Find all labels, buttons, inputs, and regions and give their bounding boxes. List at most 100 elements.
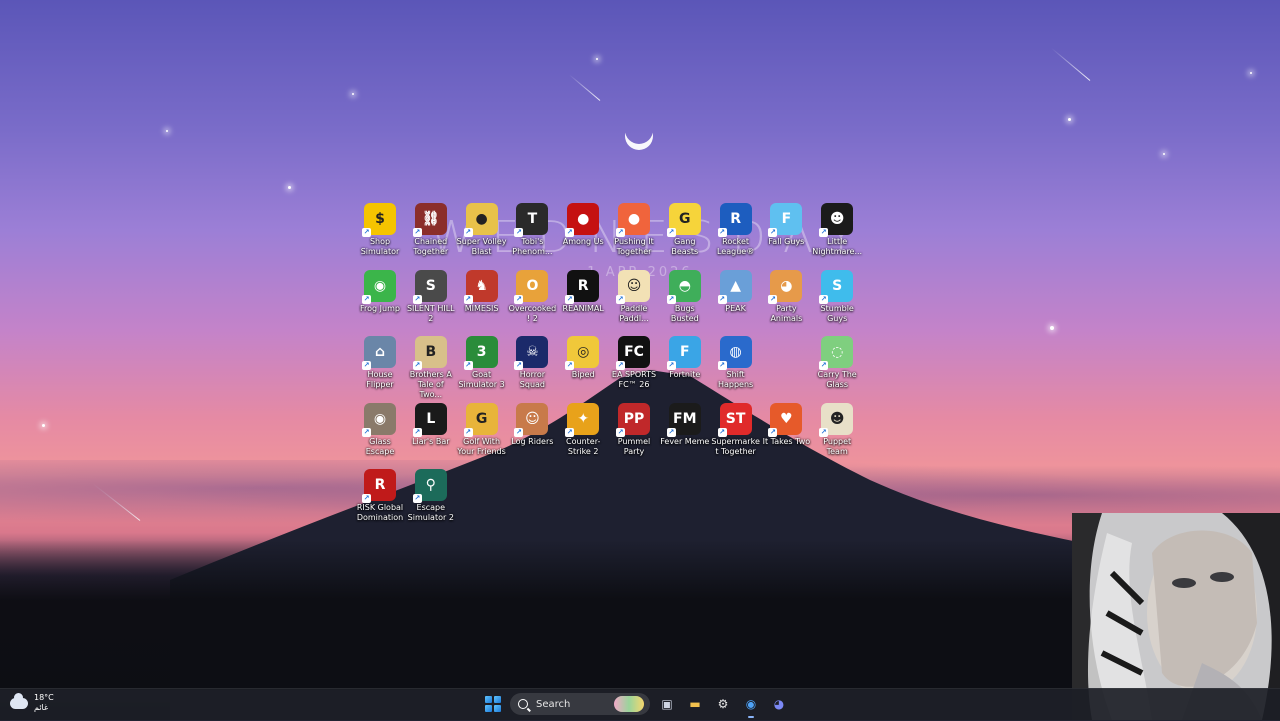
shortcut-arrow-icon: ↗ <box>412 361 422 370</box>
weather-widget[interactable]: 18°C غائم <box>10 692 54 713</box>
taskbar: 18°C غائم Search ▣ ▬ ⚙ ◉ ◕ <box>0 688 1280 721</box>
desktop-shortcut-label: Bugs Busted <box>670 303 699 323</box>
desktop-shortcut[interactable]: G ↗ Golf With Your Friends <box>457 402 507 468</box>
shortcut-arrow-icon: ↗ <box>412 427 422 437</box>
desktop-shortcut[interactable]: 3 ↗ Goat Simulator 3 <box>457 335 507 401</box>
desktop-shortcut[interactable]: R ↗ RISK Global Domination <box>355 468 405 534</box>
desktop-shortcut[interactable]: ⚲ ↗ Escape Simulator 2 <box>406 468 456 534</box>
desktop-shortcut[interactable]: T ↗ Tobi's Phenom... <box>507 202 557 268</box>
desktop-shortcut[interactable]: S ↗ SILENT HILL 2 <box>406 269 456 335</box>
alien-icon: ◓ ↗ <box>666 269 701 304</box>
volleyball-icon: ● ↗ <box>463 203 498 237</box>
desktop-shortcut[interactable]: ♞ ↗ MIMESIS <box>457 269 507 335</box>
desktop-shortcut[interactable]: F ↗ Fall Guys <box>761 202 811 268</box>
discord-icon[interactable]: ◕ <box>768 693 790 715</box>
desktop-shortcut[interactable]: F ↗ Fortnite <box>660 335 710 401</box>
shortcut-arrow-icon: ↗ <box>717 228 727 237</box>
desktop-shortcut[interactable]: ♥ ↗ It Takes Two <box>761 402 811 468</box>
desktop-shortcut[interactable]: ⛓ ↗ Chained Together <box>406 202 456 268</box>
peak-icon: ▲ ↗ <box>717 269 752 304</box>
stumble-icon: S ↗ <box>819 269 854 304</box>
desktop-shortcut-label: Party Animals <box>770 303 803 323</box>
desktop-shortcut[interactable]: ☺ ↗ Log Riders <box>507 402 557 468</box>
desktop-shortcut[interactable]: ◍ ↗ Shift Happens <box>711 335 761 401</box>
fortnite-icon: F ↗ <box>666 336 701 370</box>
desktop-shortcut[interactable]: S ↗ Stumble Guys <box>812 269 862 335</box>
desktop-shortcut[interactable]: ⌂ ↗ House Flipper <box>355 335 405 401</box>
liars-bar-icon: L ↗ <box>412 402 447 437</box>
weather-temperature: 18°C <box>34 693 54 702</box>
desktop-shortcut-label: Overcooked! 2 <box>508 303 557 323</box>
search-icon <box>518 699 528 709</box>
desktop-shortcut[interactable]: ◎ ↗ Biped <box>558 335 608 401</box>
shortcut-arrow-icon: ↗ <box>362 294 371 304</box>
desktop-shortcut[interactable]: B ↗ Brothers A Tale of Two... <box>406 335 456 401</box>
desktop-shortcut[interactable]: ▲ ↗ PEAK <box>711 269 761 335</box>
keyhole-icon: ⚲ ↗ <box>412 469 447 503</box>
desktop-shortcut[interactable]: $ ↗ Shop Simulator <box>355 202 405 268</box>
desktop-shortcut[interactable]: O ↗ Overcooked! 2 <box>507 269 557 335</box>
shortcut-arrow-icon: ↗ <box>362 361 371 370</box>
desktop-shortcut[interactable]: R ↗ Rocket League® <box>711 202 761 268</box>
reanimal-icon: R ↗ <box>565 269 600 304</box>
desktop-shortcut[interactable]: FC ↗ EA SPORTS FC™ 26 <box>609 335 659 401</box>
search-highlight-icon <box>614 696 644 712</box>
desktop-shortcut-label: EA SPORTS FC™ 26 <box>611 370 657 389</box>
desktop-shortcut[interactable]: ✦ ↗ Counter-Strike 2 <box>558 402 608 468</box>
desktop-shortcut-label: Super Volley Blast <box>456 237 507 256</box>
desktop-shortcut-label: Shop Simulator <box>360 237 400 256</box>
cloud-icon <box>10 692 28 709</box>
desktop-shortcut[interactable]: ◉ ↗ Frog Jump <box>355 269 405 335</box>
risk-icon: R ↗ <box>362 469 396 503</box>
silent-hill-icon: S ↗ <box>412 269 447 304</box>
dog-icon: ◕ ↗ <box>768 269 803 304</box>
fall-guys-icon: F ↗ <box>768 203 803 237</box>
log-riders-icon: ☺ ↗ <box>514 402 549 437</box>
task-view-icon[interactable]: ▣ <box>656 693 678 715</box>
shortcut-arrow-icon: ↗ <box>616 228 625 237</box>
desktop-shortcut[interactable]: ◕ ↗ Party Animals <box>761 269 811 335</box>
desktop-shortcut[interactable]: ☺ ↗ Paddle Paddl... <box>609 269 659 335</box>
shortcut-arrow-icon: ↗ <box>768 228 778 237</box>
shortcut-arrow-icon: ↗ <box>362 494 371 503</box>
horror-icon: ☠ ↗ <box>514 336 549 370</box>
glass-escape-icon: ◉ ↗ <box>362 402 396 437</box>
shortcut-arrow-icon: ↗ <box>514 294 524 304</box>
desktop-shortcut[interactable]: ☻ ↗ Little Nightmare... <box>812 202 862 268</box>
desktop-shortcut[interactable]: ● ↗ Super Volley Blast <box>457 202 507 268</box>
steam-icon[interactable]: ⚙ <box>712 693 734 715</box>
desktop-shortcut-label: Paddle Paddl... <box>619 303 649 323</box>
desktop-shortcut[interactable]: L ↗ Liar's Bar <box>406 402 456 468</box>
weather-condition: غائم <box>34 703 49 712</box>
shortcut-arrow-icon: ↗ <box>717 427 727 437</box>
desktop-shortcut[interactable]: R ↗ REANIMAL <box>558 269 608 335</box>
desktop-shortcut-label: RISK Global Domination <box>356 503 404 522</box>
desktop-shortcut[interactable]: ◓ ↗ Bugs Busted <box>660 269 710 335</box>
shortcut-arrow-icon: ↗ <box>463 294 473 304</box>
desktop-shortcut[interactable]: ◌ ↗ Carry The Glass <box>812 335 862 401</box>
desktop-shortcut-label: House Flipper <box>366 370 394 389</box>
desktop-shortcut[interactable]: ST ↗ Supermarket Together <box>711 402 761 468</box>
file-explorer-icon[interactable]: ▬ <box>684 693 706 715</box>
golf-icon: G ↗ <box>463 402 498 437</box>
desktop-shortcut-label: Goat Simulator 3 <box>458 370 505 389</box>
shortcut-arrow-icon: ↗ <box>362 228 371 237</box>
taskbar-search[interactable]: Search <box>510 693 650 715</box>
desktop-shortcut[interactable]: FM ↗ Fever Meme <box>660 402 710 468</box>
desktop-shortcut[interactable]: ◉ ↗ Glass Escape <box>355 402 405 468</box>
chrome-icon[interactable]: ◉ <box>740 693 762 718</box>
shortcut-arrow-icon: ↗ <box>412 294 422 304</box>
desktop-shortcut[interactable]: PP ↗ Pummel Party <box>609 402 659 468</box>
fever-meme-icon: FM ↗ <box>666 402 701 437</box>
desktop-shortcut[interactable]: ● ↗ Pushing It Together <box>609 202 659 268</box>
cat-icon: ☻ ↗ <box>819 203 854 237</box>
desktop-shortcut[interactable]: G ↗ Gang Beasts <box>660 202 710 268</box>
desktop-shortcut[interactable]: ● ↗ Among Us <box>558 202 608 268</box>
chicken-icon: ♞ ↗ <box>463 269 498 304</box>
shortcut-arrow-icon: ↗ <box>666 228 676 237</box>
start-button[interactable] <box>482 693 504 715</box>
crewmate-icon: ● ↗ <box>565 203 600 237</box>
desktop-shortcut[interactable]: ☻ ↗ Puppet Team <box>812 402 862 468</box>
desktop-shortcut-label: Chained Together <box>413 237 449 256</box>
desktop-shortcut[interactable]: ☠ ↗ Horror Squad <box>507 335 557 401</box>
